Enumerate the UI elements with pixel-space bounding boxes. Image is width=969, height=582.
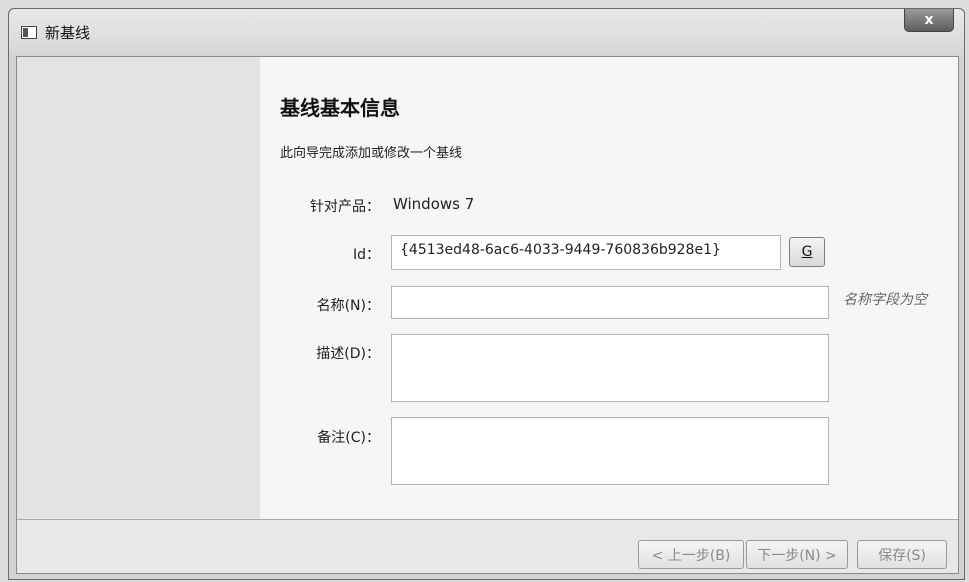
wizard-side-panel [17, 57, 260, 519]
name-validation-message: 名称字段为空 [843, 292, 927, 308]
wizard-footer: < 上一步(B) 下一步(N) > 保存(S) [17, 519, 958, 573]
title-bar[interactable]: 新基线 x [9, 9, 964, 55]
back-button[interactable]: < 上一步(B) [638, 540, 744, 569]
generate-id-button[interactable]: G [789, 237, 825, 267]
dialog-body: 基线基本信息 此向导完成添加或修改一个基线 针对产品： Windows 7 Id… [16, 56, 959, 574]
wizard-content: 基线基本信息 此向导完成添加或修改一个基线 针对产品： Windows 7 Id… [260, 57, 958, 519]
save-button[interactable]: 保存(S) [857, 540, 947, 569]
id-field[interactable]: {4513ed48-6ac6-4033-9449-760836b928e1} [391, 235, 781, 270]
product-value: Windows 7 [393, 195, 475, 213]
page-heading: 基线基本信息 [280, 96, 400, 120]
product-label: 针对产品： [310, 199, 380, 215]
page-subtitle: 此向导完成添加或修改一个基线 [280, 146, 463, 161]
dialog-window: 新基线 x 基线基本信息 此向导完成添加或修改一个基线 针对产品： Window… [8, 8, 965, 580]
name-field[interactable] [391, 286, 829, 319]
next-button[interactable]: 下一步(N) > [746, 540, 848, 569]
description-label: 描述(D)： [316, 346, 380, 362]
description-field[interactable] [391, 334, 829, 402]
name-label: 名称(N)： [316, 298, 380, 314]
app-window-icon [21, 26, 37, 39]
close-button[interactable]: x [904, 9, 954, 32]
note-label: 备注(C)： [317, 430, 380, 446]
id-label: Id： [352, 247, 380, 263]
window-title: 新基线 [45, 24, 91, 42]
note-field[interactable] [391, 417, 829, 485]
